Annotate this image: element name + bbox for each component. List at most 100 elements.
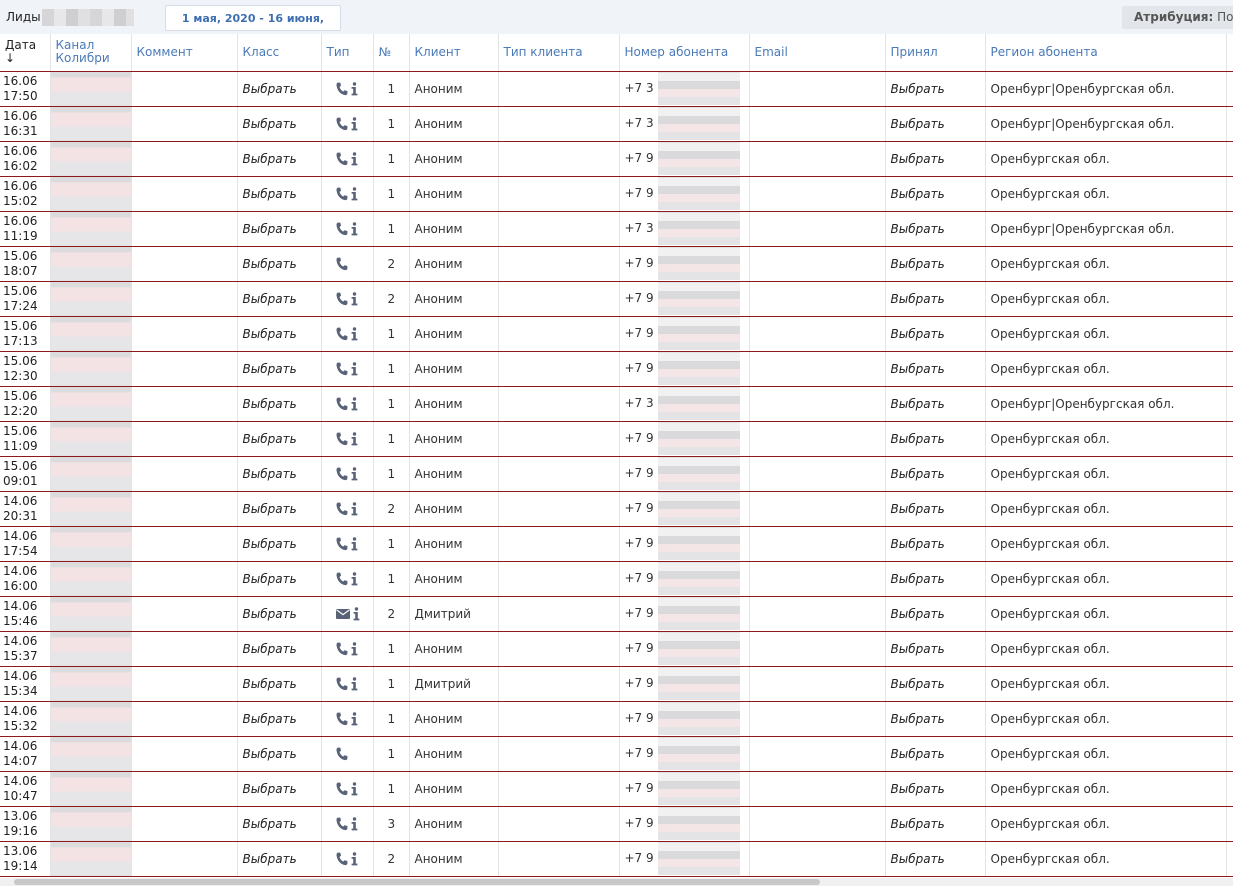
type-cell[interactable] bbox=[321, 526, 374, 562]
comment-cell[interactable] bbox=[131, 526, 238, 562]
table-row[interactable]: 14.06 10:47 Выбрать 1 Аноним +7 9 Выбрать Оренб… bbox=[0, 771, 1233, 807]
table-row[interactable]: 16.06 11:19 Выбрать 1 Аноним +7 3 Выбрать Оренб… bbox=[0, 211, 1233, 247]
accepted-select[interactable]: Выбрать bbox=[885, 386, 986, 422]
comment-cell[interactable] bbox=[131, 246, 238, 282]
table-row[interactable]: 14.06 16:00 Выбрать 1 Аноним +7 9 Выбрать Оренб… bbox=[0, 561, 1233, 597]
accepted-select[interactable]: Выбрать bbox=[885, 806, 986, 842]
class-select[interactable]: Выбрать bbox=[237, 666, 322, 702]
class-select[interactable]: Выбрать bbox=[237, 491, 322, 527]
comment-cell[interactable] bbox=[131, 701, 238, 737]
type-cell[interactable] bbox=[321, 561, 374, 597]
type-cell[interactable] bbox=[321, 421, 374, 457]
accepted-select[interactable]: Выбрать bbox=[885, 421, 986, 457]
comment-cell[interactable] bbox=[131, 71, 238, 107]
table-row[interactable]: 15.06 17:24 Выбрать 2 Аноним +7 9 Выбрать Оренб… bbox=[0, 281, 1233, 317]
column-header-type[interactable]: Тип bbox=[321, 34, 374, 72]
column-header-class[interactable]: Класс bbox=[237, 34, 322, 72]
type-cell[interactable] bbox=[321, 351, 374, 387]
comment-cell[interactable] bbox=[131, 141, 238, 177]
comment-cell[interactable] bbox=[131, 806, 238, 842]
table-row[interactable]: 16.06 16:31 Выбрать 1 Аноним +7 3 Выбрать Оренб… bbox=[0, 106, 1233, 142]
type-cell[interactable] bbox=[321, 141, 374, 177]
type-cell[interactable] bbox=[321, 666, 374, 702]
type-cell[interactable] bbox=[321, 841, 374, 877]
accepted-select[interactable]: Выбрать bbox=[885, 666, 986, 702]
table-row[interactable]: 14.06 14:07 Выбрать 1 Аноним +7 9 Выбрать Оренб… bbox=[0, 736, 1233, 772]
accepted-select[interactable]: Выбрать bbox=[885, 281, 986, 317]
table-row[interactable]: 14.06 15:37 Выбрать 1 Аноним +7 9 Выбрать Оренб… bbox=[0, 631, 1233, 667]
class-select[interactable]: Выбрать bbox=[237, 596, 322, 632]
comment-cell[interactable] bbox=[131, 736, 238, 772]
class-select[interactable]: Выбрать bbox=[237, 771, 322, 807]
table-row[interactable]: 16.06 17:50 Выбрать 1 Аноним +7 3 Выбрать Оренб… bbox=[0, 71, 1233, 107]
accepted-select[interactable]: Выбрать bbox=[885, 736, 986, 772]
horizontal-scrollbar[interactable] bbox=[0, 878, 1233, 886]
table-row[interactable]: 13.06 19:14 Выбрать 2 Аноним +7 9 Выбрать Оренб… bbox=[0, 841, 1233, 877]
table-row[interactable]: 15.06 12:30 Выбрать 1 Аноним +7 9 Выбрать Оренб… bbox=[0, 351, 1233, 387]
class-select[interactable]: Выбрать bbox=[237, 701, 322, 737]
comment-cell[interactable] bbox=[131, 491, 238, 527]
type-cell[interactable] bbox=[321, 771, 374, 807]
accepted-select[interactable]: Выбрать bbox=[885, 526, 986, 562]
type-cell[interactable] bbox=[321, 596, 374, 632]
class-select[interactable]: Выбрать bbox=[237, 106, 322, 142]
class-select[interactable]: Выбрать bbox=[237, 421, 322, 457]
table-row[interactable]: 14.06 17:54 Выбрать 1 Аноним +7 9 Выбрать Оренб… bbox=[0, 526, 1233, 562]
class-select[interactable]: Выбрать bbox=[237, 246, 322, 282]
table-row[interactable]: 14.06 15:46 Выбрать 2 Дмитрий +7 9 Выбрать Орен… bbox=[0, 596, 1233, 632]
comment-cell[interactable] bbox=[131, 456, 238, 492]
type-cell[interactable] bbox=[321, 106, 374, 142]
accepted-select[interactable]: Выбрать bbox=[885, 71, 986, 107]
class-select[interactable]: Выбрать bbox=[237, 351, 322, 387]
accepted-select[interactable]: Выбрать bbox=[885, 841, 986, 877]
comment-cell[interactable] bbox=[131, 211, 238, 247]
class-select[interactable]: Выбрать bbox=[237, 561, 322, 597]
column-header-channel[interactable]: Канал Колибри bbox=[50, 34, 132, 72]
accepted-select[interactable]: Выбрать bbox=[885, 491, 986, 527]
table-row[interactable]: 13.06 19:16 Выбрать 3 Аноним +7 9 Выбрать Оренб… bbox=[0, 806, 1233, 842]
type-cell[interactable] bbox=[321, 316, 374, 352]
accepted-select[interactable]: Выбрать bbox=[885, 316, 986, 352]
class-select[interactable]: Выбрать bbox=[237, 526, 322, 562]
comment-cell[interactable] bbox=[131, 386, 238, 422]
comment-cell[interactable] bbox=[131, 351, 238, 387]
class-select[interactable]: Выбрать bbox=[237, 631, 322, 667]
accepted-select[interactable]: Выбрать bbox=[885, 106, 986, 142]
comment-cell[interactable] bbox=[131, 596, 238, 632]
class-select[interactable]: Выбрать bbox=[237, 456, 322, 492]
scrollbar-thumb[interactable] bbox=[14, 879, 820, 885]
table-row[interactable]: 16.06 16:02 Выбрать 1 Аноним +7 9 Выбрать Оренб… bbox=[0, 141, 1233, 177]
class-select[interactable]: Выбрать bbox=[237, 316, 322, 352]
comment-cell[interactable] bbox=[131, 316, 238, 352]
comment-cell[interactable] bbox=[131, 176, 238, 212]
accepted-select[interactable]: Выбрать bbox=[885, 176, 986, 212]
table-row[interactable]: 15.06 12:20 Выбрать 1 Аноним +7 3 Выбрать Оренб… bbox=[0, 386, 1233, 422]
column-header-client-type[interactable]: Тип клиента bbox=[498, 34, 620, 72]
comment-cell[interactable] bbox=[131, 771, 238, 807]
class-select[interactable]: Выбрать bbox=[237, 386, 322, 422]
accepted-select[interactable]: Выбрать bbox=[885, 631, 986, 667]
accepted-select[interactable]: Выбрать bbox=[885, 596, 986, 632]
comment-cell[interactable] bbox=[131, 666, 238, 702]
type-cell[interactable] bbox=[321, 281, 374, 317]
type-cell[interactable] bbox=[321, 71, 374, 107]
class-select[interactable]: Выбрать bbox=[237, 176, 322, 212]
table-row[interactable]: 15.06 09:01 Выбрать 1 Аноним +7 9 Выбрать Оренб… bbox=[0, 456, 1233, 492]
column-header-phone[interactable]: Номер абонента bbox=[619, 34, 750, 72]
type-cell[interactable] bbox=[321, 386, 374, 422]
table-row[interactable]: 15.06 11:09 Выбрать 1 Аноним +7 9 Выбрать Оренб… bbox=[0, 421, 1233, 457]
class-select[interactable]: Выбрать bbox=[237, 841, 322, 877]
accepted-select[interactable]: Выбрать bbox=[885, 456, 986, 492]
type-cell[interactable] bbox=[321, 806, 374, 842]
accepted-select[interactable]: Выбрать bbox=[885, 141, 986, 177]
table-row[interactable]: 15.06 17:13 Выбрать 1 Аноним +7 9 Выбрать Оренб… bbox=[0, 316, 1233, 352]
accepted-select[interactable]: Выбрать bbox=[885, 211, 986, 247]
table-row[interactable]: 14.06 15:32 Выбрать 1 Аноним +7 9 Выбрать Оренб… bbox=[0, 701, 1233, 737]
type-cell[interactable] bbox=[321, 631, 374, 667]
column-header-date[interactable]: Дата ↓ bbox=[0, 34, 51, 72]
comment-cell[interactable] bbox=[131, 561, 238, 597]
table-row[interactable]: 15.06 18:07 Выбрать 2 Аноним +7 9 Выбрать Оренб… bbox=[0, 246, 1233, 282]
class-select[interactable]: Выбрать bbox=[237, 736, 322, 772]
column-header-number[interactable]: № bbox=[373, 34, 410, 72]
column-header-email[interactable]: Email bbox=[749, 34, 886, 72]
